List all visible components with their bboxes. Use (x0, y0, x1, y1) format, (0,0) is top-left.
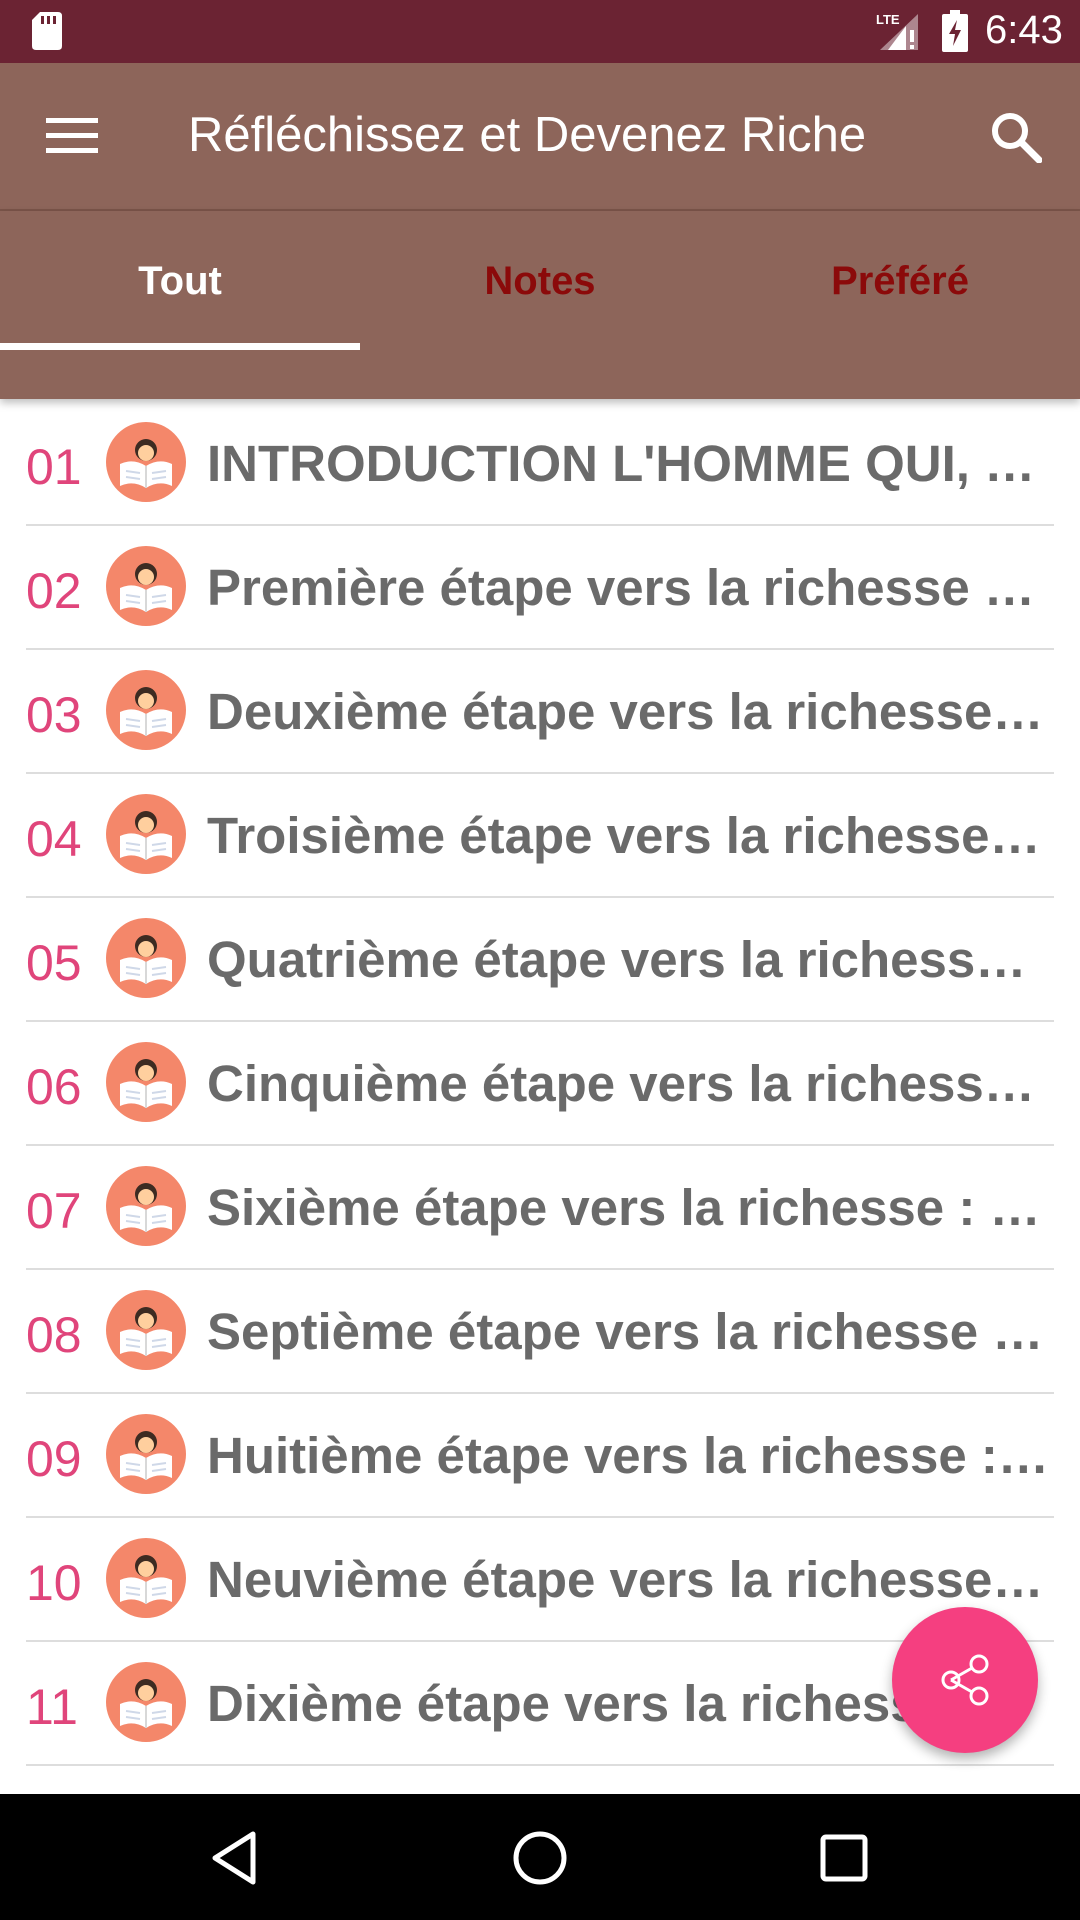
chapter-number: 06 (26, 1059, 82, 1115)
reading-book-icon (106, 670, 186, 750)
app-bar: Réfléchissez et Devenez Riche (0, 63, 1080, 211)
reading-book-icon (106, 546, 186, 626)
chapter-item[interactable]: 03 Deuxième étape vers la richesse:… (26, 648, 1054, 774)
menu-icon[interactable] (46, 116, 98, 156)
tab-tout[interactable]: Tout (0, 211, 360, 351)
chapter-number: 07 (26, 1183, 82, 1239)
reading-book-icon (106, 1538, 186, 1618)
chapter-number: 10 (26, 1555, 82, 1611)
reading-book-icon (106, 918, 186, 998)
chapter-title: Troisième étape vers la richesse :… (207, 807, 1049, 864)
tab-bar: Tout Notes Préféré (0, 211, 1080, 399)
reading-book-icon (106, 794, 186, 874)
reading-book-icon (106, 1290, 186, 1370)
chapter-number: 03 (26, 687, 82, 743)
reading-book-icon (106, 1662, 186, 1742)
chapter-title: Deuxième étape vers la richesse:… (207, 683, 1049, 740)
chapter-item[interactable]: 10 Neuvième étape vers la richesse :… (26, 1516, 1054, 1642)
chapter-item[interactable]: 07 Sixième étape vers la richesse : L'… (26, 1144, 1054, 1270)
chapter-item[interactable]: 04 Troisième étape vers la richesse :… (26, 772, 1054, 898)
chapter-title: INTRODUCTION L'HOMME QUI, “D… (207, 435, 1049, 492)
battery-charging-icon (942, 10, 968, 52)
back-icon[interactable] (205, 1828, 265, 1888)
chapter-number: 04 (26, 811, 82, 867)
reading-book-icon (106, 1414, 186, 1494)
chapter-title: Huitième étape vers la richesse :… (207, 1427, 1049, 1484)
chapter-number: 09 (26, 1431, 82, 1487)
chapter-item[interactable]: 05 Quatrième étape vers la richesse… (26, 896, 1054, 1022)
chapter-title: Sixième étape vers la richesse : L'… (207, 1179, 1049, 1236)
chapter-number: 05 (26, 935, 82, 991)
chapter-title: Première étape vers la richesse L… (207, 559, 1049, 616)
home-icon[interactable] (510, 1828, 570, 1888)
lte-signal-icon: LTE (876, 12, 918, 50)
reading-book-icon (106, 1042, 186, 1122)
tab-prefere[interactable]: Préféré (720, 211, 1080, 351)
search-icon[interactable] (990, 111, 1042, 163)
chapter-item[interactable]: 08 Septième étape vers la richesse :… (26, 1268, 1054, 1394)
navigation-bar (0, 1794, 1080, 1920)
chapter-title: Cinquième étape vers la richesse… (207, 1055, 1049, 1112)
tab-notes[interactable]: Notes (360, 211, 720, 351)
chapter-item[interactable]: 01 INTRODUCTION L'HOMME QUI, “D… (26, 400, 1054, 526)
chapter-item[interactable]: 02 Première étape vers la richesse L… (26, 524, 1054, 650)
chapter-number: 02 (26, 563, 82, 619)
chapter-item[interactable]: 09 Huitième étape vers la richesse :… (26, 1392, 1054, 1518)
chapter-title: Quatrième étape vers la richesse… (207, 931, 1049, 988)
tab-indicator (0, 343, 360, 350)
tab-label: Notes (484, 258, 596, 303)
reading-book-icon (106, 422, 186, 502)
sd-card-icon (32, 12, 62, 50)
chapter-number: 11 (26, 1679, 78, 1735)
app-title: Réfléchissez et Devenez Riche (188, 108, 867, 162)
tab-label: Préféré (831, 258, 969, 303)
clock: 6:43 (985, 8, 1063, 52)
chapter-number: 01 (26, 439, 82, 495)
tab-label: Tout (138, 258, 222, 303)
svg-text:LTE: LTE (876, 12, 900, 27)
status-bar: LTE 6:43 (0, 0, 1080, 63)
chapter-number: 08 (26, 1307, 82, 1363)
reading-book-icon (106, 1166, 186, 1246)
share-icon (941, 1654, 989, 1706)
chapter-title: Neuvième étape vers la richesse :… (207, 1551, 1049, 1608)
chapter-item[interactable]: 06 Cinquième étape vers la richesse… (26, 1020, 1054, 1146)
chapter-title: Septième étape vers la richesse :… (207, 1303, 1049, 1360)
share-button[interactable] (892, 1607, 1038, 1753)
recents-icon[interactable] (814, 1828, 874, 1888)
